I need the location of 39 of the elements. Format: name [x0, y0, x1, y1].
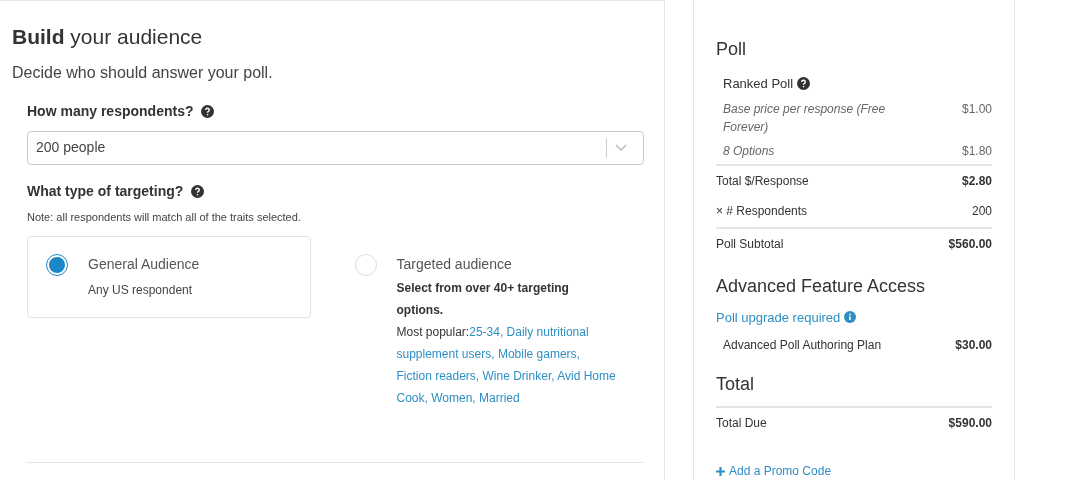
option-description: Select from over 40+ targeting options.: [396, 280, 570, 319]
promo-code-link[interactable]: Add a Promo Code: [716, 462, 992, 480]
price-label: 8 Options: [723, 142, 776, 160]
total-value: $590.00: [948, 415, 992, 432]
audience-option[interactable]: Targeted audience Select from over 40+ targeting options. Most popular:25-34, Daily nutritional supplement users, Mobile gamers, Fiction readers, Wine Drinker, Avid Home Cook, Women, Married: [335, 236, 619, 422]
summary-heading: Advanced Feature Access: [716, 274, 927, 298]
price-value: $1.00: [961, 100, 992, 118]
chevron-down-icon: [615, 143, 627, 152]
total-value: $2.80: [961, 172, 992, 190]
total-value: $560.00: [948, 235, 992, 253]
summary-heading: Total: [716, 373, 756, 396]
price-label: Base price per response (Free Forever): [723, 100, 887, 136]
price-value: $30.00: [955, 337, 992, 354]
help-icon: [191, 184, 205, 198]
section-title: Build your audience: [12, 24, 204, 50]
price-label: × # Respondents: [716, 202, 808, 220]
poll-type: Ranked Poll: [723, 75, 794, 93]
respondents-select[interactable]: 200 people: [27, 130, 644, 165]
option-title: General Audience: [88, 255, 201, 274]
summary-heading: Poll: [716, 38, 747, 61]
total-label: Total $/Response: [716, 172, 809, 190]
audience-option[interactable]: General Audience Any US respondent: [27, 236, 311, 318]
price-label: Advanced Poll Authoring Plan: [723, 337, 882, 354]
field-label: What type of targeting?: [27, 181, 184, 201]
info-icon: [844, 311, 857, 324]
field-label: How many respondents?: [27, 101, 194, 121]
price-value: $1.80: [961, 142, 992, 160]
total-label: Total Due: [716, 415, 767, 432]
price-value: 200: [971, 202, 992, 220]
help-icon: [201, 104, 215, 118]
section-subtitle: Decide who should answer your poll.: [12, 62, 274, 83]
help-icon: [797, 77, 811, 91]
option-title: Targeted audience: [396, 255, 513, 274]
plus-icon: [716, 466, 725, 476]
note-text: Note: all respondents will match all of the traits selected.: [27, 209, 302, 225]
option-description: Any US respondent: [88, 282, 194, 299]
upgrade-link[interactable]: Poll upgrade required: [716, 307, 841, 327]
popular-options-text: Most popular:25-34, Daily nutritional supplement users, Mobile gamers, Fiction readers, Wine Drinker, Avid Home Cook, Women, Married: [396, 324, 617, 407]
total-label: Poll Subtotal: [716, 235, 784, 253]
